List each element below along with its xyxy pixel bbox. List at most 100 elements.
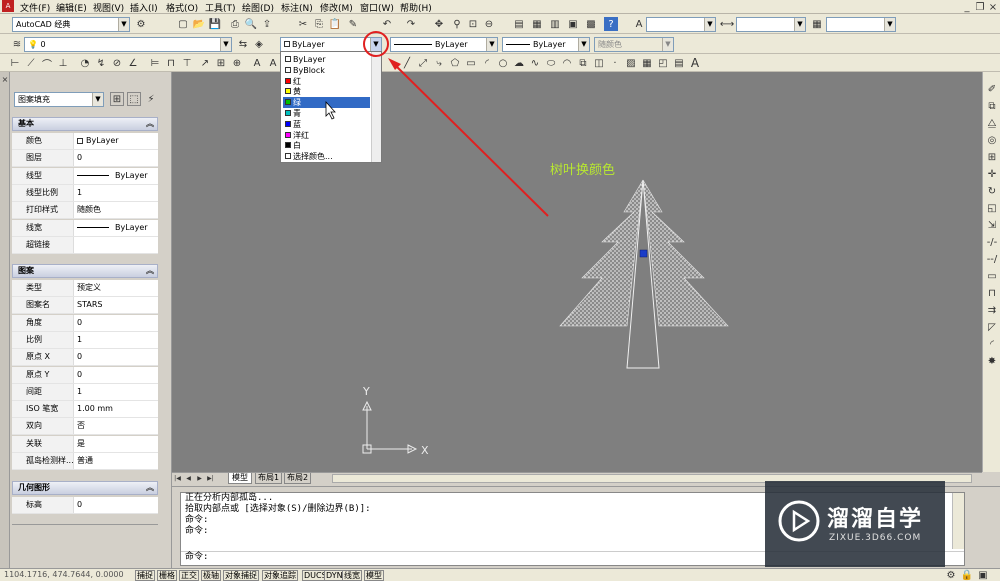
text-style-icon[interactable]: A (632, 17, 646, 31)
chevron-down-icon[interactable]: ▼ (118, 18, 129, 31)
dim-style-icon[interactable]: ⟷ (720, 17, 734, 31)
chevron-down-icon[interactable]: ▼ (370, 38, 381, 51)
property-value[interactable]: 0 (77, 315, 82, 331)
ellipse-arc-icon[interactable]: ◠ (560, 56, 574, 70)
property-value[interactable]: 预定义 (77, 280, 101, 296)
color-select[interactable]: ByLayer ▼ (280, 37, 382, 52)
text-style-select[interactable]: ▼ (646, 17, 716, 32)
offset-icon[interactable]: ◎ (985, 133, 999, 147)
stretch-icon[interactable]: ⇲ (985, 218, 999, 232)
diameter-dim-icon[interactable]: ⊘ (110, 56, 124, 70)
arc-icon[interactable]: ◜ (480, 56, 494, 70)
property-value[interactable]: 0 (77, 349, 82, 365)
tab-layout1[interactable]: 布局1 (255, 473, 283, 484)
new-icon[interactable]: ▢ (176, 17, 190, 31)
property-value[interactable]: 否 (77, 418, 85, 434)
color-option[interactable]: 蓝 (283, 119, 370, 130)
menu-file[interactable]: 文件(F) (20, 1, 50, 14)
move-icon[interactable]: ✛ (985, 167, 999, 181)
menu-dimension[interactable]: 标注(N) (281, 1, 313, 14)
lock-icon[interactable]: 🔒 (960, 569, 974, 581)
minimize-icon[interactable]: _ (960, 0, 974, 14)
array-icon[interactable]: ⊞ (985, 150, 999, 164)
print-icon[interactable]: ⎙ (228, 17, 242, 31)
rotate-icon[interactable]: ↻ (985, 184, 999, 198)
property-row-pattern-9[interactable]: 关联是 (12, 435, 158, 453)
workspace-select[interactable]: AutoCAD 经典 ▼ (12, 17, 130, 32)
sheet-set-icon[interactable]: ▣ (566, 17, 580, 31)
property-row-pattern-8[interactable]: 双向否 (12, 418, 158, 436)
menu-help[interactable]: 帮助(H) (400, 1, 432, 14)
erase-icon[interactable]: ✐ (985, 82, 999, 96)
construction-line-icon[interactable]: ⤢ (416, 56, 430, 70)
copy-object-icon[interactable]: ⧉ (985, 99, 999, 113)
property-value[interactable]: 0 (77, 367, 82, 383)
copy-icon[interactable]: ⎘ (312, 17, 326, 31)
property-row-basic-5[interactable]: 线宽 ByLayer (12, 219, 158, 237)
property-row-pattern-3[interactable]: 比例 1 (12, 331, 158, 349)
color-option[interactable]: 绿 (283, 97, 370, 109)
linear-dim-icon[interactable]: ⊢ (8, 56, 22, 70)
polygon-icon[interactable]: ⬠ (448, 56, 462, 70)
restore-icon[interactable]: ❐ (973, 0, 987, 14)
command-scrollbar[interactable] (952, 493, 964, 549)
design-center-icon[interactable]: ▦ (530, 17, 544, 31)
tab-layout2[interactable]: 布局2 (284, 473, 312, 484)
extend-icon[interactable]: --/ (985, 252, 999, 266)
revcloud-icon[interactable]: ☁ (512, 56, 526, 70)
grip-point[interactable] (639, 249, 648, 258)
circle-icon[interactable]: ○ (496, 56, 510, 70)
tab-model[interactable]: 模型 (228, 473, 252, 484)
property-value[interactable]: 0 (77, 150, 82, 166)
leader-icon[interactable]: ↗ (198, 56, 212, 70)
color-option[interactable]: 洋红 (283, 130, 370, 141)
zoom-previous-icon[interactable]: ⊖ (482, 17, 496, 31)
menu-edit[interactable]: 编辑(E) (56, 1, 87, 14)
tolerance-icon[interactable]: ⊞ (214, 56, 228, 70)
color-option[interactable]: 红 (283, 76, 370, 87)
color-option[interactable]: 白 (283, 140, 370, 151)
rectangle-icon[interactable]: ▭ (464, 56, 478, 70)
hatch-icon[interactable]: ▨ (624, 56, 638, 70)
property-row-basic-4[interactable]: 打印样式 随颜色 (12, 202, 158, 220)
scale-icon[interactable]: ◱ (985, 201, 999, 215)
layer-previous-icon[interactable]: ◈ (252, 37, 266, 51)
point-icon[interactable]: · (608, 56, 622, 70)
chevron-down-icon[interactable]: ▼ (578, 38, 589, 51)
chevron-down-icon[interactable]: ▼ (884, 18, 895, 31)
chevron-down-icon[interactable]: ▼ (486, 38, 497, 51)
next-tab-icon[interactable]: ▶ (194, 473, 205, 484)
property-row-basic-2[interactable]: 线型 ByLayer (12, 167, 158, 185)
break-point-icon[interactable]: ▭ (985, 269, 999, 283)
section-basic[interactable]: 基本 ︽ (12, 117, 158, 131)
region-icon[interactable]: ◰ (656, 56, 670, 70)
coordinates-readout[interactable]: 1104.1716, 474.7644, 0.0000 (4, 570, 124, 579)
layer-select[interactable]: 💡 0 ▼ (24, 37, 232, 52)
menu-format[interactable]: 格式(O) (166, 1, 198, 14)
table-style-icon[interactable]: ▦ (810, 17, 824, 31)
polar-toggle[interactable]: 极轴 (201, 570, 221, 581)
menu-insert[interactable]: 插入(I) (130, 1, 158, 14)
property-row-basic-6[interactable]: 超链接 (12, 236, 158, 254)
property-row-pattern-0[interactable]: 类型 预定义 (12, 280, 158, 297)
table-icon[interactable]: ▤ (672, 56, 686, 70)
color-option[interactable]: ByLayer (283, 54, 370, 65)
pan-icon[interactable]: ✥ (432, 17, 446, 31)
make-block-icon[interactable]: ◫ (592, 56, 606, 70)
property-value[interactable]: 0 (77, 497, 82, 513)
chevron-down-icon[interactable]: ▼ (794, 18, 805, 31)
collapse-icon[interactable]: ︽ (146, 265, 154, 277)
select-objects-icon[interactable]: ⬚ (127, 92, 141, 106)
clean-screen-icon[interactable]: ▣ (976, 569, 990, 581)
chevron-down-icon[interactable]: ▼ (220, 38, 231, 51)
break-icon[interactable]: ⊓ (985, 286, 999, 300)
linetype-select[interactable]: ByLayer ▼ (390, 37, 498, 52)
save-icon[interactable]: 💾 (208, 17, 222, 31)
property-value[interactable]: 1.00 mm (77, 401, 113, 417)
property-row-geometry-0[interactable]: 标高 0 (12, 497, 158, 514)
quick-select-icon[interactable]: ⚡ (144, 92, 158, 106)
ortho-toggle[interactable]: 正交 (179, 570, 199, 581)
zoom-realtime-icon[interactable]: ⚲ (450, 17, 464, 31)
property-value[interactable]: 是 (77, 436, 85, 452)
property-row-pattern-5[interactable]: 原点 Y0 (12, 366, 158, 384)
